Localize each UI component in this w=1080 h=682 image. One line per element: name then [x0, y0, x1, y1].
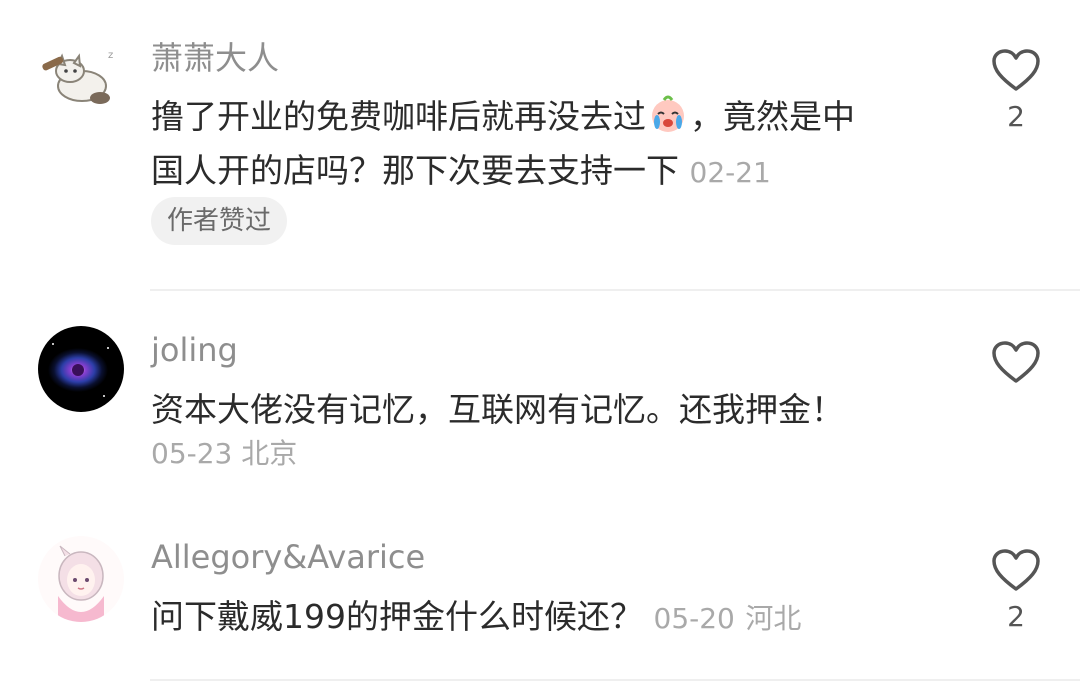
crying-face-emoji-icon — [648, 94, 688, 134]
comment-date: 02-21 — [689, 156, 771, 189]
comment-location: 河北 — [745, 602, 802, 635]
like-button[interactable] — [988, 340, 1044, 426]
comment-text: 资本大佬没有记忆，互联网有记忆。还我押金！ — [151, 383, 951, 437]
heart-icon[interactable] — [991, 548, 1041, 592]
divider — [150, 289, 1080, 291]
comment-meta: 05-23 北京 — [151, 434, 297, 474]
comment-date: 05-20 — [653, 602, 735, 635]
like-count: 2 — [1007, 100, 1025, 133]
username[interactable]: Allegory&Avarice — [151, 537, 425, 577]
comment-location: 北京 — [241, 437, 298, 470]
svg-text:z: z — [108, 50, 113, 61]
username[interactable]: 萧萧大人 — [151, 38, 279, 78]
heart-icon[interactable] — [991, 340, 1041, 384]
avatar[interactable]: z — [38, 34, 124, 120]
like-count — [988, 392, 1044, 426]
avatar[interactable] — [38, 536, 124, 622]
username[interactable]: joling — [151, 330, 238, 370]
comment-text: 问下戴威199的押金什么时候还？ 05-20 河北 — [151, 590, 951, 646]
like-button[interactable]: 2 — [988, 548, 1044, 634]
comment-text-part: 撸了开业的免费咖啡后就再没去过 — [151, 97, 646, 136]
avatar[interactable] — [38, 326, 124, 412]
comment-text-part: 国人开的店吗？那下次要去支持一下 — [151, 151, 679, 190]
comment-text-part: ，竟然是中 — [690, 97, 855, 136]
comment-date: 05-23 — [151, 437, 233, 470]
like-button[interactable]: 2 — [988, 48, 1044, 134]
comment-text-part: 问下戴威199的押金什么时候还？ — [151, 597, 643, 636]
divider — [150, 679, 1080, 681]
heart-icon[interactable] — [991, 48, 1041, 92]
like-count: 2 — [1007, 600, 1025, 633]
author-liked-badge: 作者赞过 — [151, 197, 288, 245]
comment-text-part: 资本大佬没有记忆，互联网有记忆。还我押金！ — [151, 390, 844, 429]
comment-text: 撸了开业的免费咖啡后就再没去过 ，竟然是中 国人开的店吗？那下次要去支持一下 0… — [151, 90, 951, 200]
